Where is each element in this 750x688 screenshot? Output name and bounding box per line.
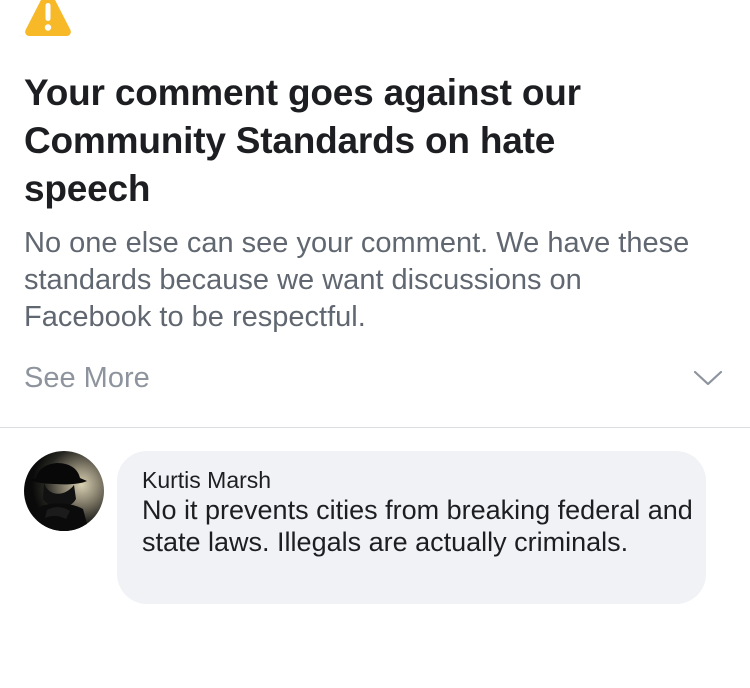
- commenter-avatar[interactable]: [24, 451, 104, 531]
- comment-text: No it prevents cities from breaking fede…: [142, 495, 693, 557]
- chevron-down-icon[interactable]: [691, 366, 725, 390]
- notice-title: Your comment goes against our Community …: [24, 72, 581, 209]
- see-more-link[interactable]: See More: [24, 358, 150, 398]
- section-divider: [0, 427, 750, 428]
- profile-avatar-icon: [24, 451, 104, 531]
- notice-description: No one else can see your comment. We hav…: [24, 227, 690, 333]
- hate-speech-notice: Your comment goes against our Community …: [0, 0, 750, 428]
- comment-bubble[interactable]: Kurtis Marsh No it prevents cities from …: [117, 451, 706, 604]
- comment-author[interactable]: Kurtis Marsh: [142, 465, 271, 495]
- warning-triangle-icon: [25, 0, 71, 36]
